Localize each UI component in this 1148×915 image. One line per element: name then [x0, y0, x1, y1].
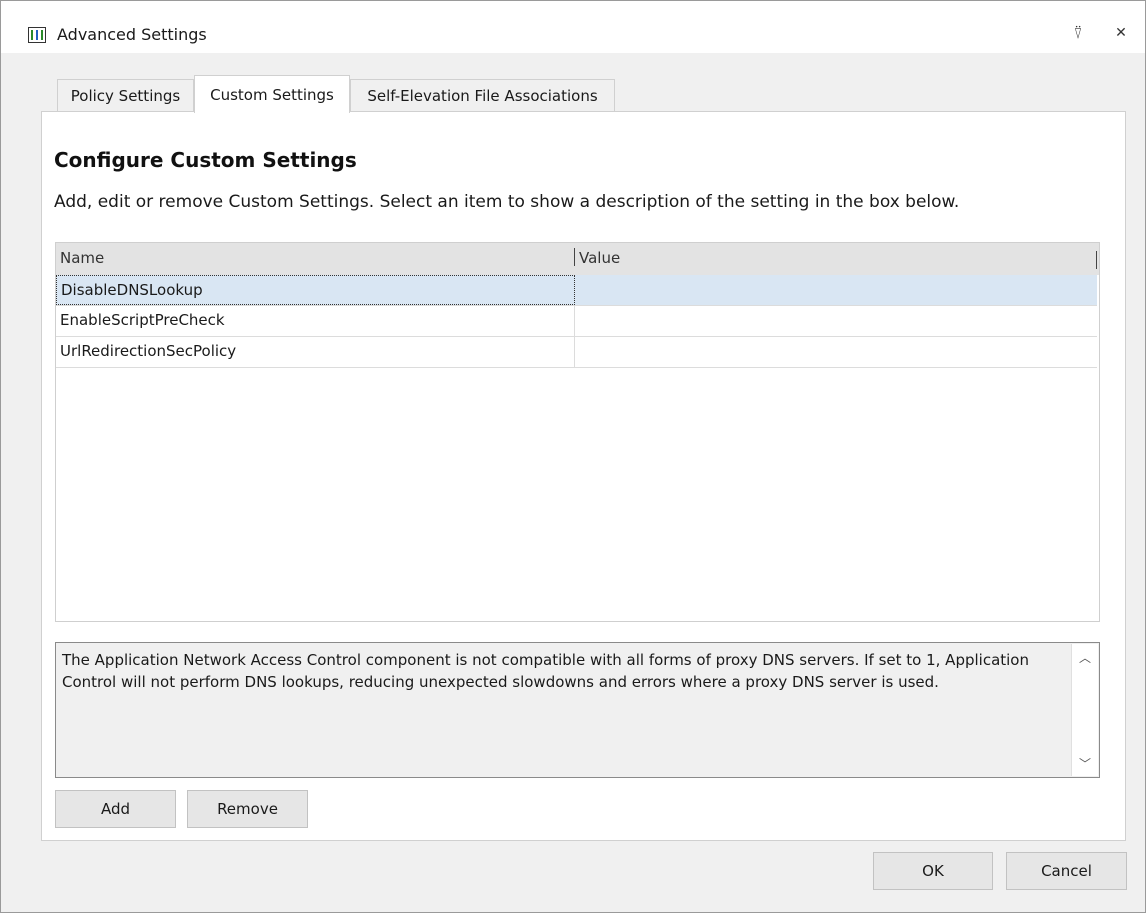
tab-policy-settings[interactable]: Policy Settings	[57, 79, 194, 112]
grid-header: Name Value	[56, 243, 1099, 275]
table-row[interactable]: DisableDNSLookup	[56, 275, 1097, 306]
scroll-down-icon[interactable]: ﹀	[1072, 750, 1098, 776]
setting-description-box[interactable]: The Application Network Access Control c…	[55, 642, 1100, 778]
cancel-button[interactable]: Cancel	[1006, 852, 1127, 890]
page-subtitle: Add, edit or remove Custom Settings. Sel…	[54, 192, 960, 212]
row-name-cell[interactable]: UrlRedirectionSecPolicy	[56, 337, 575, 367]
row-value-cell[interactable]	[576, 337, 1097, 367]
title-bar: Advanced Settings ⍢ ✕	[1, 1, 1145, 53]
table-row[interactable]: EnableScriptPreCheck	[56, 306, 1097, 337]
setting-description-text: The Application Network Access Control c…	[62, 651, 1029, 691]
column-divider-end[interactable]	[1096, 251, 1097, 269]
column-header-name[interactable]: Name	[60, 249, 104, 267]
tab-custom-settings[interactable]: Custom Settings	[194, 75, 350, 113]
remove-button[interactable]: Remove	[187, 790, 308, 828]
column-header-value[interactable]: Value	[579, 249, 620, 267]
description-scrollbar[interactable]: ︿ ﹀	[1071, 644, 1098, 776]
custom-settings-panel: Configure Custom Settings Add, edit or r…	[41, 111, 1126, 841]
ok-button[interactable]: OK	[873, 852, 993, 890]
page-title: Configure Custom Settings	[54, 148, 357, 172]
add-button[interactable]: Add	[55, 790, 176, 828]
advanced-settings-window: Advanced Settings ⍢ ✕ Policy Settings Cu…	[0, 0, 1146, 913]
row-name-cell[interactable]: DisableDNSLookup	[56, 275, 575, 305]
window-title: Advanced Settings	[57, 25, 207, 44]
table-row[interactable]: UrlRedirectionSecPolicy	[56, 337, 1097, 368]
close-icon[interactable]: ✕	[1109, 21, 1133, 45]
row-value-cell[interactable]	[576, 275, 1097, 305]
column-divider[interactable]	[574, 248, 575, 266]
settings-sliders-icon	[28, 27, 46, 43]
row-value-cell[interactable]	[576, 306, 1097, 336]
tab-self-elevation-file-associations[interactable]: Self-Elevation File Associations	[350, 79, 615, 112]
custom-settings-grid[interactable]: Name Value DisableDNSLookup EnableScript…	[55, 242, 1100, 622]
row-name-cell[interactable]: EnableScriptPreCheck	[56, 306, 575, 336]
pin-icon[interactable]: ⍢	[1066, 21, 1090, 45]
scroll-up-icon[interactable]: ︿	[1072, 644, 1098, 670]
